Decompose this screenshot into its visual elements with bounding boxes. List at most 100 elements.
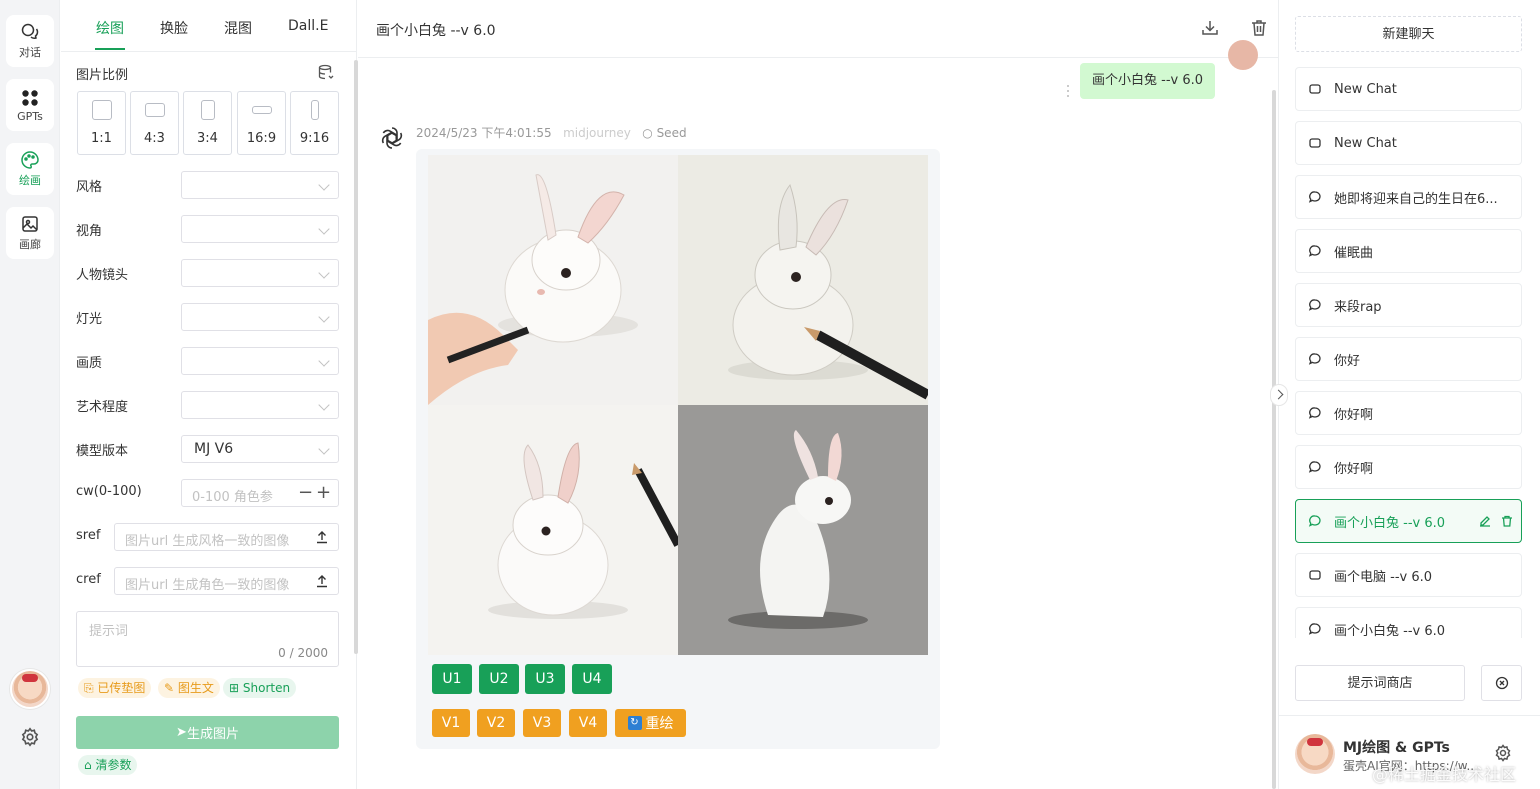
rail-draw-button[interactable]: 绘画 [6, 143, 54, 195]
redo-button[interactable]: ↻ 重绘 [615, 709, 686, 737]
close-circle-icon [1495, 676, 1509, 690]
new-chat-button[interactable]: 新建聊天 [1295, 16, 1522, 52]
image-to-text-tag[interactable]: ✎ 图生文 [158, 678, 220, 698]
upscale-2-button[interactable]: U2 [479, 664, 519, 694]
bubble-icon [1308, 299, 1321, 311]
chat-item[interactable]: 你好 [1295, 337, 1522, 381]
prompt-textarea[interactable]: 提示词 0 / 2000 [76, 611, 339, 667]
art-select[interactable] [181, 391, 339, 419]
chat-scrollbar[interactable] [1272, 90, 1276, 789]
user-avatar[interactable] [10, 669, 50, 709]
sref-placeholder: 图片url 生成风格一致的图像 [125, 534, 290, 549]
chat-item-title: 催眠曲 [1334, 245, 1374, 261]
uploaded-image-label: 已传垫图 [97, 681, 146, 695]
shorten-tag[interactable]: ⊞ Shorten [223, 678, 297, 698]
upscale-1-button[interactable]: U1 [432, 664, 472, 694]
chat-item[interactable]: New Chat [1295, 67, 1522, 111]
rail-chat-button[interactable]: 对话 [6, 15, 54, 67]
prompt-counter: 0 / 2000 [278, 646, 328, 660]
chevron-down-icon [318, 179, 330, 191]
variation-2-button[interactable]: V2 [477, 709, 515, 737]
quality-select[interactable] [181, 347, 339, 375]
ratio-16-9[interactable]: 16:9 [237, 91, 286, 155]
variation-1-button[interactable]: V1 [432, 709, 470, 737]
ratio-3-4-shape [201, 100, 215, 120]
sref-input[interactable]: 图片url 生成风格一致的图像 [114, 523, 339, 551]
chevron-down-icon [318, 267, 330, 279]
prompt-store-button[interactable]: 提示词商店 [1295, 665, 1465, 701]
generated-image-4[interactable] [678, 405, 928, 655]
generated-image-3[interactable] [428, 405, 678, 655]
seed-link[interactable]: Seed [657, 126, 687, 140]
app-avatar [1295, 734, 1335, 774]
view-select[interactable] [181, 215, 339, 243]
edit-icon[interactable] [1478, 514, 1492, 528]
model-select[interactable]: MJ V6 [181, 435, 339, 463]
style-select[interactable] [181, 171, 339, 199]
chat-item[interactable]: 她即将迎来自己的生日在6... [1295, 175, 1522, 219]
chat-item-active[interactable]: 画个小白兔 --v 6.0 [1295, 499, 1522, 543]
cw-stepper[interactable]: 0-100 角色参 − + [181, 479, 339, 507]
upscale-4-button[interactable]: U4 [572, 664, 612, 694]
rail-gallery-button[interactable]: 画廊 [6, 207, 54, 259]
tab-dalle[interactable]: Dall.E [288, 18, 328, 34]
bubble-icon [1308, 407, 1321, 419]
generated-image-2[interactable] [678, 155, 928, 405]
tab-draw[interactable]: 绘图 [96, 18, 124, 38]
chat-item[interactable]: 画个小白兔 --v 6.0 [1295, 607, 1522, 638]
chat-item[interactable]: 催眠曲 [1295, 229, 1522, 273]
chat-item[interactable]: 你好啊 [1295, 391, 1522, 435]
chat-main: 画个小白兔 --v 6.0 画个小白兔 --v 6.0 2024/5/23 下午… [358, 0, 1278, 789]
chat-item-title: 你好 [1334, 353, 1361, 369]
chat-item[interactable]: 画个电脑 --v 6.0 [1295, 553, 1522, 597]
bubble-icon [1308, 191, 1321, 203]
ratio-9-16[interactable]: 9:16 [290, 91, 339, 155]
more-dots-icon[interactable] [1066, 84, 1070, 98]
light-select[interactable] [181, 303, 339, 331]
rail-gpts-button[interactable]: GPTs [6, 79, 54, 131]
tab-blend[interactable]: 混图 [224, 18, 252, 38]
rail-gpts-label: GPTs [17, 109, 43, 123]
generate-button[interactable]: ➤ 生成图片 [76, 716, 339, 749]
chat-item[interactable]: New Chat [1295, 121, 1522, 165]
upscale-3-button[interactable]: U3 [525, 664, 565, 694]
generated-image-grid[interactable] [428, 155, 928, 655]
clear-params-tag[interactable]: ⌂ 清参数 [78, 755, 138, 775]
ratio-3-4[interactable]: 3:4 [183, 91, 232, 155]
trash-icon[interactable] [1500, 514, 1514, 528]
chat-list: New Chat New Chat 她即将迎来自己的生日在6... 催眠曲 来段… [1279, 60, 1540, 638]
database-icon[interactable] [318, 64, 334, 82]
ratio-1-1[interactable]: 1:1 [77, 91, 126, 155]
chat-header: 画个小白兔 --v 6.0 [358, 0, 1278, 58]
upload-icon[interactable] [316, 530, 328, 544]
shot-select[interactable] [181, 259, 339, 287]
minus-icon[interactable]: − [298, 484, 313, 502]
variation-4-button[interactable]: V4 [569, 709, 607, 737]
cref-input[interactable]: 图片url 生成角色一致的图像 [114, 567, 339, 595]
cw-placeholder: 0-100 角色参 [192, 490, 273, 505]
apps-icon [22, 89, 38, 106]
chat-item[interactable]: 你好啊 [1295, 445, 1522, 489]
tab-underline [95, 48, 125, 50]
bubble-icon [1308, 245, 1321, 257]
uploaded-image-tag[interactable]: ⎘ 已传垫图 [78, 678, 152, 698]
gear-icon[interactable] [19, 726, 41, 748]
download-icon[interactable] [1200, 18, 1220, 38]
collapse-sidebar-button[interactable] [1270, 384, 1288, 406]
chat-item-title: 你好啊 [1334, 407, 1374, 423]
close-sidebar-button[interactable] [1481, 665, 1522, 701]
square-icon [1309, 84, 1321, 94]
plus-icon[interactable]: + [316, 484, 331, 502]
message-model: midjourney [563, 126, 631, 140]
chevron-down-icon [318, 355, 330, 367]
chat-item[interactable]: 来段rap [1295, 283, 1522, 327]
ratio-4-3[interactable]: 4:3 [130, 91, 179, 155]
tab-faceswap[interactable]: 换脸 [160, 18, 188, 38]
gear-icon[interactable] [1493, 743, 1513, 763]
generated-image-1[interactable] [428, 155, 678, 405]
trash-icon[interactable] [1249, 18, 1269, 38]
upload-icon[interactable] [316, 574, 328, 588]
rail-gallery-label: 画廊 [19, 238, 41, 251]
variation-3-button[interactable]: V3 [523, 709, 561, 737]
refresh-icon: ↻ [627, 716, 642, 730]
